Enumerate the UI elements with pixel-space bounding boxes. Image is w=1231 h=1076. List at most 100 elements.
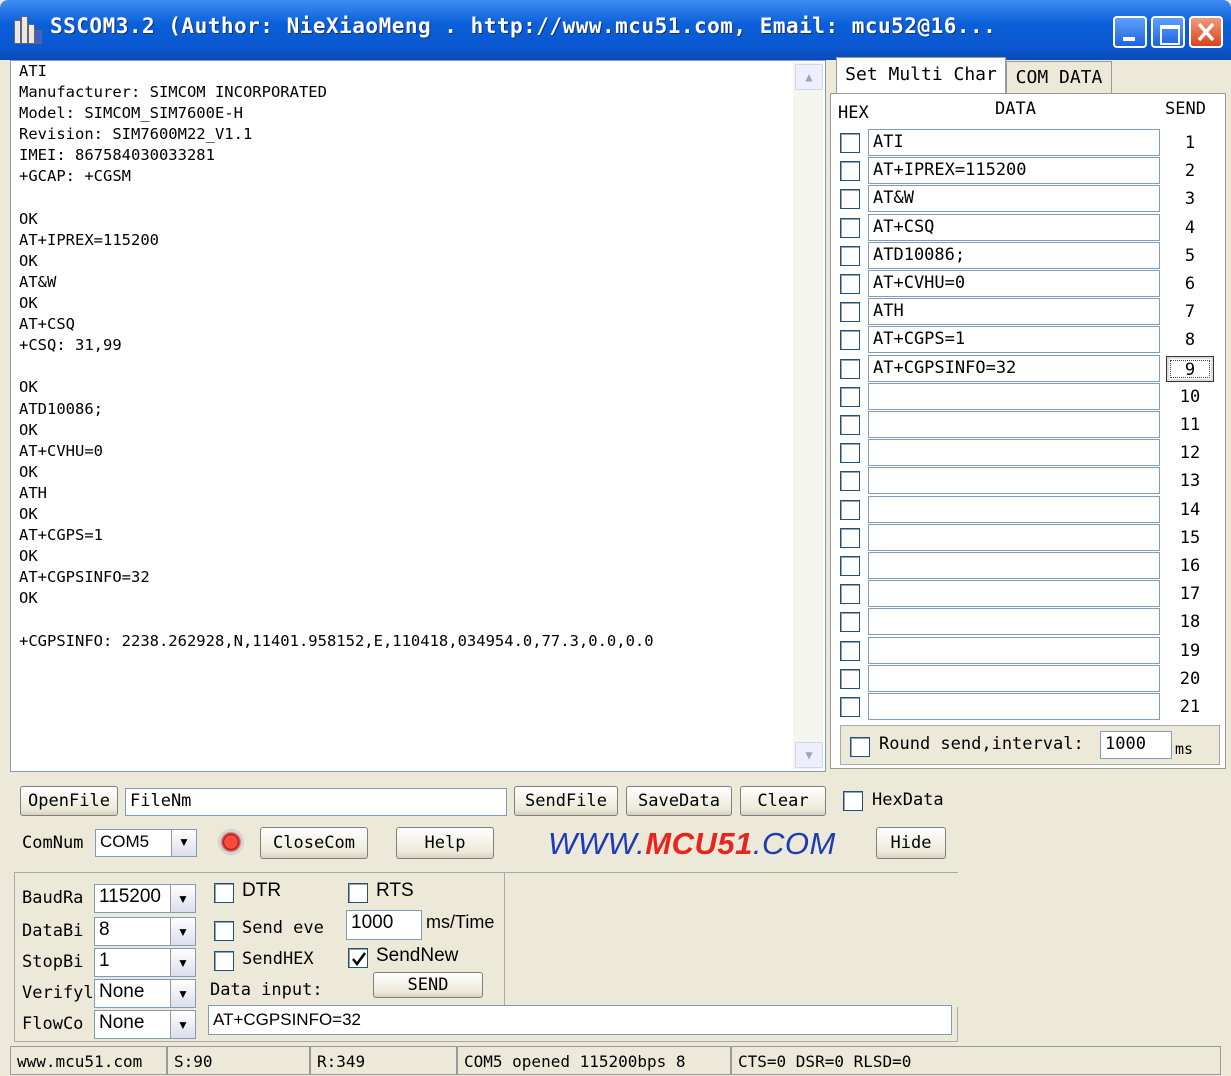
- interval-input[interactable]: 1000: [1100, 731, 1172, 759]
- data-cell-8[interactable]: AT+CGPS=1: [868, 326, 1160, 353]
- close-button[interactable]: [1189, 16, 1223, 48]
- data-cell-20[interactable]: [868, 665, 1160, 692]
- send-button-4[interactable]: 4: [1166, 215, 1214, 241]
- send-button-9[interactable]: 9: [1166, 356, 1214, 382]
- data-cell-16[interactable]: [868, 552, 1160, 579]
- minimize-button[interactable]: [1113, 16, 1147, 48]
- send-button-1[interactable]: 1: [1166, 130, 1214, 156]
- help-button[interactable]: Help: [396, 827, 494, 859]
- data-cell-11[interactable]: [868, 411, 1160, 438]
- send-button-20[interactable]: 20: [1166, 666, 1214, 692]
- send-button-18[interactable]: 18: [1166, 609, 1214, 635]
- stopbits-select[interactable]: 1 ▼: [94, 948, 196, 977]
- maximize-button[interactable]: [1151, 16, 1185, 48]
- filename-input[interactable]: FileNm: [125, 788, 507, 816]
- hex-checkbox-4[interactable]: [840, 218, 860, 238]
- receive-scrollbar[interactable]: ▲ ▼: [793, 62, 823, 770]
- data-cell-14[interactable]: [868, 496, 1160, 523]
- send-button-19[interactable]: 19: [1166, 638, 1214, 664]
- send-button-5[interactable]: 5: [1166, 243, 1214, 269]
- send-every-input[interactable]: 1000: [346, 910, 422, 940]
- mcu51-logo[interactable]: WWW.MCU51.COM: [548, 826, 836, 862]
- data-cell-3[interactable]: AT&W: [868, 185, 1160, 212]
- data-cell-7[interactable]: ATH: [868, 298, 1160, 325]
- data-cell-2[interactable]: AT+IPREX=115200: [868, 157, 1160, 184]
- send-button-13[interactable]: 13: [1166, 468, 1214, 494]
- hex-checkbox-9[interactable]: [840, 359, 860, 379]
- save-data-button[interactable]: SaveData: [626, 786, 732, 816]
- hex-checkbox-11[interactable]: [840, 415, 860, 435]
- hex-checkbox-7[interactable]: [840, 302, 860, 322]
- data-cell-4[interactable]: AT+CSQ: [868, 214, 1160, 241]
- send-button-14[interactable]: 14: [1166, 497, 1214, 523]
- hex-checkbox-13[interactable]: [840, 471, 860, 491]
- send-button-8[interactable]: 8: [1166, 327, 1214, 353]
- send-button-12[interactable]: 12: [1166, 440, 1214, 466]
- data-cell-15[interactable]: [868, 524, 1160, 551]
- round-send-checkbox[interactable]: [850, 737, 870, 757]
- hex-checkbox-2[interactable]: [840, 161, 860, 181]
- send-button-21[interactable]: 21: [1166, 694, 1214, 720]
- data-cell-5[interactable]: ATD10086;: [868, 242, 1160, 269]
- send-every-checkbox[interactable]: [214, 921, 234, 941]
- chevron-down-icon[interactable]: ▼: [171, 830, 196, 856]
- sendnew-checkbox[interactable]: [348, 948, 368, 968]
- hex-checkbox-14[interactable]: [840, 500, 860, 520]
- data-cell-9[interactable]: AT+CGPSINFO=32: [868, 355, 1160, 382]
- hex-checkbox-16[interactable]: [840, 556, 860, 576]
- data-cell-6[interactable]: AT+CVHU=0: [868, 270, 1160, 297]
- hex-checkbox-18[interactable]: [840, 612, 860, 632]
- sendhex-checkbox[interactable]: [214, 951, 234, 971]
- verify-select[interactable]: None ▼: [94, 979, 196, 1008]
- data-cell-10[interactable]: [868, 383, 1160, 410]
- send-button-11[interactable]: 11: [1166, 412, 1214, 438]
- chevron-down-icon[interactable]: ▼: [170, 1011, 195, 1038]
- data-cell-18[interactable]: [868, 608, 1160, 635]
- hex-checkbox-12[interactable]: [840, 443, 860, 463]
- dtr-checkbox[interactable]: [214, 883, 234, 903]
- receive-area[interactable]: ATI Manufacturer: SIMCOM INCORPORATED Mo…: [10, 60, 826, 772]
- send-button-17[interactable]: 17: [1166, 581, 1214, 607]
- send-button-3[interactable]: 3: [1166, 186, 1214, 212]
- data-cell-21[interactable]: [868, 693, 1160, 720]
- hex-checkbox-19[interactable]: [840, 641, 860, 661]
- send-button-15[interactable]: 15: [1166, 525, 1214, 551]
- scroll-up-arrow[interactable]: ▲: [795, 64, 823, 90]
- hex-checkbox-1[interactable]: [840, 133, 860, 153]
- data-cell-17[interactable]: [868, 580, 1160, 607]
- clear-button[interactable]: Clear: [740, 786, 826, 816]
- data-cell-12[interactable]: [868, 439, 1160, 466]
- hex-checkbox-6[interactable]: [840, 274, 860, 294]
- databits-select[interactable]: 8 ▼: [94, 917, 196, 946]
- hex-checkbox-15[interactable]: [840, 528, 860, 548]
- data-cell-1[interactable]: ATI: [868, 129, 1160, 156]
- data-cell-13[interactable]: [868, 467, 1160, 494]
- baud-select[interactable]: 115200 ▼: [94, 884, 196, 913]
- send-button-16[interactable]: 16: [1166, 553, 1214, 579]
- send-button[interactable]: SEND: [373, 972, 483, 998]
- rts-checkbox[interactable]: [348, 883, 368, 903]
- hex-checkbox-21[interactable]: [840, 697, 860, 717]
- send-button-2[interactable]: 2: [1166, 158, 1214, 184]
- hex-checkbox-10[interactable]: [840, 387, 860, 407]
- close-com-button[interactable]: CloseCom: [260, 827, 368, 859]
- hide-button[interactable]: Hide: [876, 827, 946, 859]
- tab-set-multi-char[interactable]: Set Multi Char: [836, 57, 1006, 93]
- scroll-down-arrow[interactable]: ▼: [795, 742, 823, 768]
- send-button-10[interactable]: 10: [1166, 384, 1214, 410]
- send-button-7[interactable]: 7: [1166, 299, 1214, 325]
- data-cell-19[interactable]: [868, 637, 1160, 664]
- comnum-select[interactable]: COM5 ▼: [95, 829, 197, 857]
- open-file-button[interactable]: OpenFile: [20, 786, 118, 816]
- chevron-down-icon[interactable]: ▼: [170, 949, 195, 976]
- hex-checkbox-5[interactable]: [840, 246, 860, 266]
- hex-checkbox-8[interactable]: [840, 330, 860, 350]
- hex-checkbox-17[interactable]: [840, 584, 860, 604]
- send-file-button[interactable]: SendFile: [514, 786, 618, 816]
- chevron-down-icon[interactable]: ▼: [170, 918, 195, 945]
- chevron-down-icon[interactable]: ▼: [170, 885, 195, 912]
- hexdata-checkbox[interactable]: [843, 791, 863, 811]
- data-input-field[interactable]: AT+CGPSINFO=32: [208, 1005, 952, 1035]
- send-button-6[interactable]: 6: [1166, 271, 1214, 297]
- flow-select[interactable]: None ▼: [94, 1010, 196, 1039]
